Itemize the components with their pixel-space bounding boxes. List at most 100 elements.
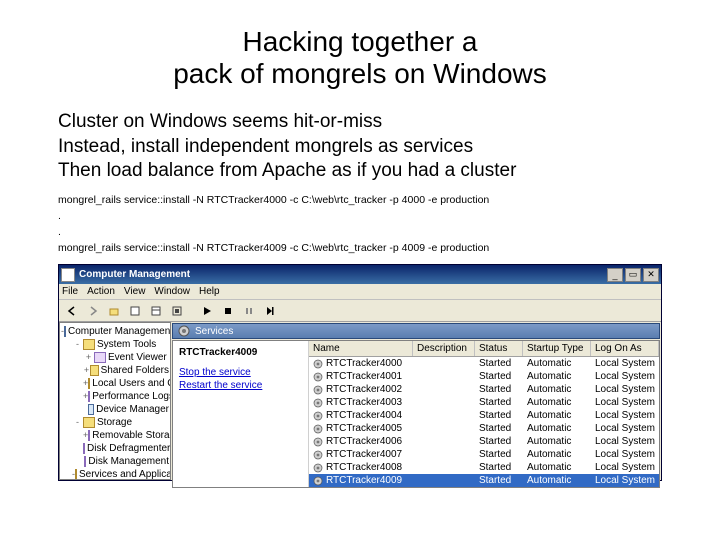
- folder-icon: [88, 378, 90, 389]
- tree-perf-logs[interactable]: +Performance Logs and A: [61, 390, 169, 403]
- cell-status: Started: [475, 371, 523, 382]
- cmd-line-1: mongrel_rails service::install -N RTCTra…: [58, 194, 489, 206]
- tree-services-apps[interactable]: -Services and Applications: [61, 468, 169, 480]
- service-gear-icon: [313, 476, 323, 486]
- properties-button[interactable]: [126, 302, 144, 320]
- cell-name: RTCTracker4000: [309, 358, 413, 369]
- cell-name: RTCTracker4004: [309, 410, 413, 421]
- tree-diskmgmt[interactable]: Disk Management: [61, 455, 169, 468]
- tree-root[interactable]: -Computer Management (Local): [61, 325, 169, 338]
- services-list-header[interactable]: Name Description Status Startup Type Log…: [309, 341, 659, 357]
- up-button[interactable]: [105, 302, 123, 320]
- tree-system-tools[interactable]: -System Tools: [61, 338, 169, 351]
- cell-startup: Automatic: [523, 397, 591, 408]
- service-gear-icon: [313, 437, 323, 447]
- service-row[interactable]: RTCTracker4003StartedAutomaticLocal Syst…: [309, 396, 659, 409]
- service-row[interactable]: RTCTracker4009StartedAutomaticLocal Syst…: [309, 474, 659, 487]
- tree-event-viewer[interactable]: +Event Viewer: [61, 351, 169, 364]
- cell-name: RTCTracker4001: [309, 371, 413, 382]
- service-row[interactable]: RTCTracker4005StartedAutomaticLocal Syst…: [309, 422, 659, 435]
- menu-window[interactable]: Window: [154, 286, 190, 297]
- play-button[interactable]: [198, 302, 216, 320]
- stop-button[interactable]: [219, 302, 237, 320]
- cell-startup: Automatic: [523, 462, 591, 473]
- back-button[interactable]: [63, 302, 81, 320]
- folder-icon: [75, 469, 77, 480]
- minimize-button[interactable]: _: [607, 268, 623, 282]
- cell-status: Started: [475, 475, 523, 486]
- command-block: mongrel_rails service::install -N RTCTra…: [58, 193, 662, 256]
- col-name[interactable]: Name: [309, 341, 413, 356]
- tree-local-users[interactable]: +Local Users and Groups: [61, 377, 169, 390]
- cell-startup: Automatic: [523, 436, 591, 447]
- restart-service-link[interactable]: Restart the service: [179, 379, 302, 392]
- window-titlebar[interactable]: Computer Management _ ▭ ✕: [59, 265, 661, 284]
- cell-status: Started: [475, 384, 523, 395]
- cell-startup: Automatic: [523, 384, 591, 395]
- cell-logon: Local System: [591, 449, 659, 460]
- cell-status: Started: [475, 410, 523, 421]
- cell-name: RTCTracker4008: [309, 462, 413, 473]
- tree-pane[interactable]: -Computer Management (Local) -System Too…: [59, 322, 171, 480]
- cell-status: Started: [475, 462, 523, 473]
- col-logon[interactable]: Log On As: [591, 341, 659, 356]
- services-header-bar: Services: [172, 323, 660, 339]
- service-row[interactable]: RTCTracker4008StartedAutomaticLocal Syst…: [309, 461, 659, 474]
- toolbar: [59, 300, 661, 322]
- cell-startup: Automatic: [523, 423, 591, 434]
- tree-defrag[interactable]: Disk Defragmenter: [61, 442, 169, 455]
- cell-name: RTCTracker4002: [309, 384, 413, 395]
- col-description[interactable]: Description: [413, 341, 475, 356]
- cell-logon: Local System: [591, 475, 659, 486]
- cell-logon: Local System: [591, 397, 659, 408]
- cell-status: Started: [475, 423, 523, 434]
- app-icon: [61, 268, 75, 282]
- refresh-button[interactable]: [147, 302, 165, 320]
- cell-logon: Local System: [591, 371, 659, 382]
- tree-removable[interactable]: +Removable Storage: [61, 429, 169, 442]
- services-body: RTCTracker4009 Stop the service Restart …: [172, 340, 660, 488]
- service-row[interactable]: RTCTracker4000StartedAutomaticLocal Syst…: [309, 357, 659, 370]
- forward-button[interactable]: [84, 302, 102, 320]
- stop-service-link[interactable]: Stop the service: [179, 366, 302, 379]
- services-list[interactable]: Name Description Status Startup Type Log…: [309, 341, 659, 487]
- close-button[interactable]: ✕: [643, 268, 659, 282]
- defrag-icon: [83, 443, 85, 454]
- menu-file[interactable]: File: [62, 286, 78, 297]
- body-line-1: Cluster on Windows seems hit-or-miss: [58, 110, 662, 134]
- service-row[interactable]: RTCTracker4007StartedAutomaticLocal Syst…: [309, 448, 659, 461]
- title-line-2: pack of mongrels on Windows: [173, 58, 547, 89]
- service-row[interactable]: RTCTracker4006StartedAutomaticLocal Syst…: [309, 435, 659, 448]
- window-title: Computer Management: [79, 269, 605, 280]
- cmd-line-2: mongrel_rails service::install -N RTCTra…: [58, 242, 489, 254]
- col-status[interactable]: Status: [475, 341, 523, 356]
- menu-action[interactable]: Action: [87, 286, 115, 297]
- menu-help[interactable]: Help: [199, 286, 220, 297]
- service-row[interactable]: RTCTracker4004StartedAutomaticLocal Syst…: [309, 409, 659, 422]
- slide-body: Cluster on Windows seems hit-or-miss Ins…: [58, 110, 662, 183]
- title-line-1: Hacking together a: [242, 26, 477, 57]
- gear-icon: [177, 324, 191, 338]
- cell-startup: Automatic: [523, 371, 591, 382]
- service-row[interactable]: RTCTracker4001 StartedAutomaticLocal Syst…: [309, 370, 659, 383]
- cell-status: Started: [475, 449, 523, 460]
- right-pane: Services RTCTracker4009 Stop the service…: [171, 322, 661, 480]
- tree-device-manager[interactable]: Device Manager: [61, 403, 169, 416]
- tree-storage[interactable]: -Storage: [61, 416, 169, 429]
- service-gear-icon: [313, 424, 323, 434]
- services-header-text: Services: [195, 326, 233, 337]
- maximize-button[interactable]: ▭: [625, 268, 641, 282]
- pause-button[interactable]: [240, 302, 258, 320]
- service-gear-icon: [313, 372, 323, 382]
- cell-logon: Local System: [591, 423, 659, 434]
- col-startup[interactable]: Startup Type: [523, 341, 591, 356]
- restart-button[interactable]: [261, 302, 279, 320]
- menu-view[interactable]: View: [124, 286, 146, 297]
- export-button[interactable]: [168, 302, 186, 320]
- slide: Hacking together a pack of mongrels on W…: [0, 0, 720, 540]
- service-row[interactable]: RTCTracker4002StartedAutomaticLocal Syst…: [309, 383, 659, 396]
- tree-shared-folders[interactable]: +Shared Folders: [61, 364, 169, 377]
- cell-startup: Automatic: [523, 358, 591, 369]
- service-gear-icon: [313, 398, 323, 408]
- folder-icon: [83, 417, 95, 428]
